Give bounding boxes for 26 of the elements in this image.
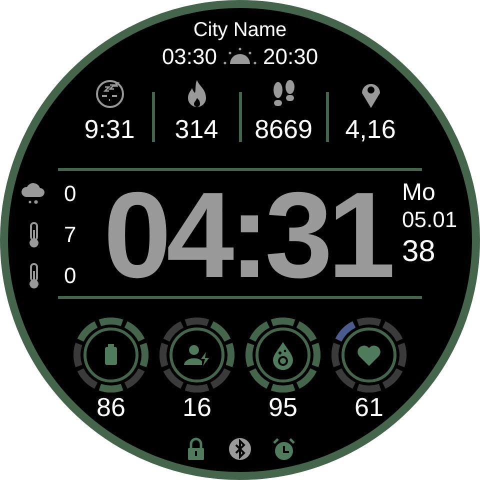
bluetooth-icon [228,437,252,461]
sleep-face-icon [94,78,126,110]
sun-icon [223,46,257,66]
gauge-value: 86 [96,393,126,421]
gauge-value: 16 [182,393,212,421]
heart-icon [358,346,380,366]
stat-value: 4,16 [345,114,396,144]
stat-value: 8669 [254,114,312,144]
battery-icon [105,344,117,365]
clock-time: 04:31 [102,174,392,296]
gauge-value: 61 [354,393,384,421]
weekday: Mo [402,179,436,207]
weather-value: 0 [64,262,76,290]
sunrise-time: 03:30 [162,42,217,70]
gauge-value: 95 [268,393,298,421]
stat-value: 9:31 [84,114,135,144]
stat-value: 314 [174,114,218,144]
alarm-clock-icon [272,437,296,461]
city-name: City Name [193,18,287,42]
date: 05.01 [402,207,458,233]
weather-value: 7 [64,221,76,249]
weather-value: 0 [64,180,76,208]
drop-icon [273,342,293,370]
sunset-time: 20:30 [263,42,318,70]
person-bolt-icon [184,345,209,366]
week-number: 38 [402,234,436,270]
